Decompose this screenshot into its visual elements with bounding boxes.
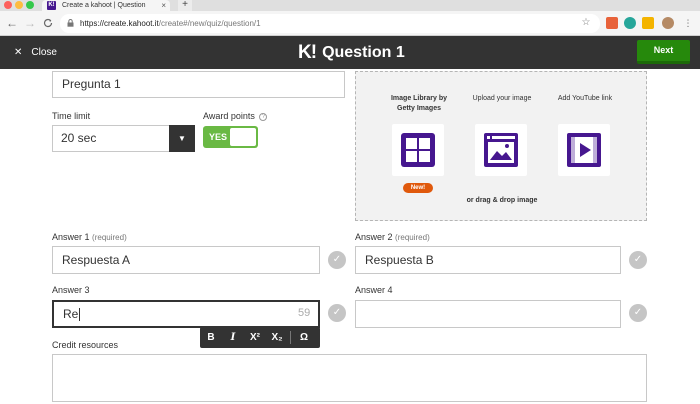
answer-3-input[interactable]: Re <box>52 300 320 328</box>
image-library-button[interactable] <box>392 124 444 176</box>
text-caret <box>79 308 81 322</box>
video-icon <box>567 133 601 167</box>
subscript-button[interactable]: X₂ <box>266 327 288 348</box>
next-button[interactable]: Next <box>637 40 690 64</box>
forward-icon[interactable]: → <box>22 15 38 31</box>
character-counter: 59 <box>298 307 311 319</box>
time-limit-value: 20 sec <box>61 131 97 145</box>
image-library-label: Image Library by Getty Images <box>390 95 448 112</box>
extension-icon[interactable] <box>642 17 654 29</box>
time-limit-label: Time limit <box>52 111 91 121</box>
answer-1-input[interactable]: Respuesta A <box>52 246 320 274</box>
toggle-knob <box>230 128 256 146</box>
drag-drop-label: or drag & drop image <box>466 197 538 204</box>
avatar[interactable] <box>662 17 674 29</box>
format-toolbar: B I X² X₂ Ω <box>200 327 320 348</box>
tab-title: Create a kahoot | Question <box>62 2 146 9</box>
extension-icon[interactable] <box>606 17 618 29</box>
answer-3-value: Re <box>63 307 79 321</box>
close-button[interactable]: ✕ Close <box>14 44 57 61</box>
menu-icon[interactable]: ⋮ <box>682 17 694 29</box>
kahoot-logo: K! <box>298 42 317 63</box>
url-path: /create#/new/quiz/question/1 <box>158 19 261 28</box>
required-note: (required) <box>92 233 127 242</box>
award-points-text: Award points <box>203 111 255 121</box>
italic-button[interactable]: I <box>222 327 244 348</box>
correct-answer-4-toggle[interactable]: ✓ <box>629 304 647 322</box>
lock-icon <box>67 19 74 27</box>
bold-button[interactable]: B <box>200 327 222 348</box>
answer-1-label: Answer 1 (required) <box>52 232 127 242</box>
url-host: https://create.kahoot.it <box>80 19 159 28</box>
award-points-label: Award points ? <box>203 111 268 121</box>
question-input[interactable]: Pregunta 1 <box>52 71 345 98</box>
answer-1-label-text: Answer 1 <box>52 232 90 242</box>
new-badge: New! <box>403 183 433 193</box>
answer-2-input[interactable]: Respuesta B <box>355 246 621 274</box>
new-tab-button[interactable]: + <box>178 0 192 11</box>
youtube-link-label: Add YouTube link <box>557 95 613 102</box>
window-close-dot[interactable] <box>4 1 12 9</box>
award-points-toggle[interactable]: YES <box>203 126 258 148</box>
question-title: Question 1 <box>322 44 405 61</box>
superscript-button[interactable]: X² <box>244 327 266 348</box>
help-icon[interactable]: ? <box>259 112 268 121</box>
browser-tab-bar: K! Create a kahoot | Question × + <box>0 0 700 11</box>
upload-image-button[interactable] <box>475 124 527 176</box>
toolbar-divider <box>290 331 291 344</box>
media-drop-zone[interactable]: Image Library by Getty Images Upload you… <box>355 71 647 221</box>
window-minimize-dot[interactable] <box>15 1 23 9</box>
editor-header: ✕ Close K! Question 1 <box>0 36 700 69</box>
answer-2-label-text: Answer 2 <box>355 232 393 242</box>
required-note: (required) <box>395 233 430 242</box>
answer-4-label: Answer 4 <box>355 285 393 295</box>
correct-answer-3-toggle[interactable]: ✓ <box>328 304 346 322</box>
correct-answer-2-toggle[interactable]: ✓ <box>629 251 647 269</box>
window-zoom-dot[interactable] <box>26 1 34 9</box>
chevron-down-icon[interactable]: ▼ <box>169 125 195 152</box>
upload-image-label: Upload your image <box>472 95 532 102</box>
bookmark-star-icon[interactable]: ☆ <box>580 17 592 29</box>
image-upload-icon <box>484 133 518 167</box>
special-characters-button[interactable]: Ω <box>293 327 315 348</box>
url-bar[interactable]: https://create.kahoot.it/create#/new/qui… <box>60 14 600 33</box>
credit-resources-textarea[interactable] <box>52 354 647 402</box>
extension-icon[interactable] <box>624 17 636 29</box>
kahoot-favicon-icon: K! <box>47 1 56 10</box>
answer-4-input[interactable] <box>355 300 621 328</box>
answer-2-label: Answer 2 (required) <box>355 232 430 242</box>
image-library-icon <box>401 133 435 167</box>
tab-close-icon[interactable]: × <box>161 0 166 11</box>
back-icon[interactable]: ← <box>4 15 20 31</box>
correct-answer-1-toggle[interactable]: ✓ <box>328 251 346 269</box>
reload-icon[interactable] <box>40 15 56 31</box>
youtube-link-button[interactable] <box>558 124 610 176</box>
page-title: K! Question 1 <box>298 42 405 63</box>
browser-tab[interactable]: K! Create a kahoot | Question × <box>42 0 170 11</box>
browser-toolbar: ← → https://create.kahoot.it/create#/new… <box>0 11 700 36</box>
answer-3-label: Answer 3 <box>52 285 90 295</box>
toggle-state: YES <box>209 132 228 142</box>
credit-resources-label: Credit resources <box>52 340 119 350</box>
close-icon: ✕ <box>14 47 23 58</box>
time-limit-select[interactable]: 20 sec ▼ <box>52 125 195 152</box>
close-label: Close <box>31 47 57 58</box>
